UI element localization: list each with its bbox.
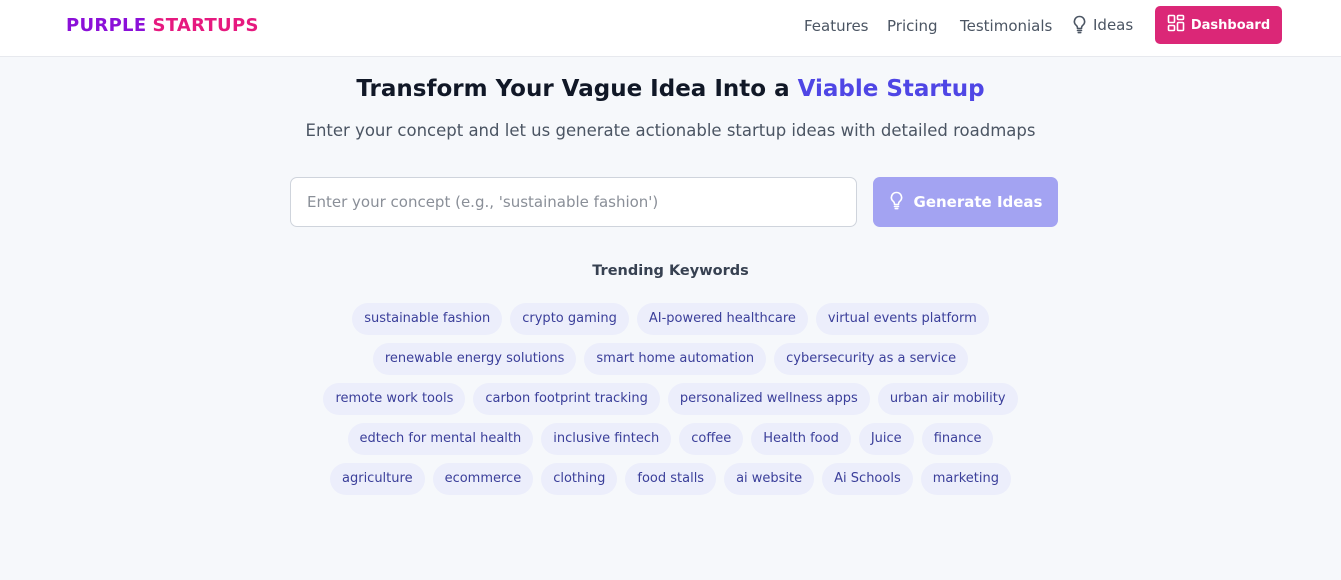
- keyword-chip[interactable]: sustainable fashion: [352, 303, 503, 335]
- concept-search-input[interactable]: [290, 177, 857, 227]
- brand-logo[interactable]: PURPLE STARTUPS: [66, 15, 259, 36]
- keyword-chip[interactable]: food stalls: [625, 463, 717, 495]
- nav-link-features[interactable]: Features: [804, 17, 869, 35]
- keyword-chip[interactable]: clothing: [541, 463, 618, 495]
- brand-logo-part1: PURPLE: [66, 15, 147, 36]
- keyword-chip[interactable]: Juice: [858, 423, 914, 455]
- keyword-chip[interactable]: marketing: [920, 463, 1011, 495]
- keyword-chip[interactable]: agriculture: [330, 463, 425, 495]
- keyword-chip[interactable]: inclusive fintech: [541, 423, 672, 455]
- page-title-start: Transform Your Vague Idea Into a: [356, 76, 798, 102]
- top-navbar: PURPLE STARTUPS Features Pricing Testimon…: [0, 0, 1341, 57]
- lightbulb-icon: [889, 191, 904, 214]
- keyword-chip[interactable]: virtual events platform: [815, 303, 989, 335]
- keyword-chip[interactable]: crypto gaming: [510, 303, 629, 335]
- keyword-chip[interactable]: Health food: [751, 423, 851, 455]
- generate-ideas-button[interactable]: Generate Ideas: [873, 177, 1058, 227]
- keyword-chip[interactable]: coffee: [679, 423, 744, 455]
- keyword-chip[interactable]: personalized wellness apps: [667, 383, 870, 415]
- page-subtitle: Enter your concept and let us generate a…: [305, 121, 1036, 140]
- dashboard-button-label: Dashboard: [1190, 17, 1271, 33]
- keyword-chip[interactable]: smart home automation: [584, 343, 767, 375]
- keyword-chip[interactable]: AI-powered healthcare: [636, 303, 808, 335]
- trending-keywords-list: sustainable fashion crypto gaming AI-pow…: [300, 303, 1041, 495]
- keyword-chip[interactable]: urban air mobility: [877, 383, 1018, 415]
- keyword-chip[interactable]: renewable energy solutions: [372, 343, 577, 375]
- keyword-chip[interactable]: carbon footprint tracking: [473, 383, 660, 415]
- dashboard-button[interactable]: Dashboard: [1155, 6, 1282, 44]
- keyword-chip[interactable]: cybersecurity as a service: [774, 343, 969, 375]
- keyword-chip[interactable]: ecommerce: [432, 463, 534, 495]
- page-title-accent: Viable Startup: [797, 76, 985, 102]
- nav-link-ideas-label: Ideas: [1093, 15, 1134, 34]
- brand-logo-part2: STARTUPS: [152, 15, 259, 36]
- keyword-chip[interactable]: ai website: [724, 463, 815, 495]
- keyword-chip[interactable]: Ai Schools: [822, 463, 913, 495]
- page-title: Transform Your Vague Idea Into a Viable …: [0, 76, 1341, 102]
- nav-link-ideas[interactable]: Ideas: [1072, 15, 1133, 34]
- trending-keywords-heading: Trending Keywords: [592, 263, 749, 279]
- keyword-chip[interactable]: finance: [921, 423, 994, 455]
- keyword-chip[interactable]: remote work tools: [323, 383, 466, 415]
- lightbulb-icon: [1072, 15, 1087, 34]
- layout-grid-icon: [1167, 14, 1185, 36]
- keyword-chip[interactable]: edtech for mental health: [347, 423, 534, 455]
- nav-link-pricing[interactable]: Pricing: [887, 17, 938, 35]
- nav-link-testimonials[interactable]: Testimonials: [960, 17, 1052, 35]
- generate-ideas-label: Generate Ideas: [913, 193, 1043, 211]
